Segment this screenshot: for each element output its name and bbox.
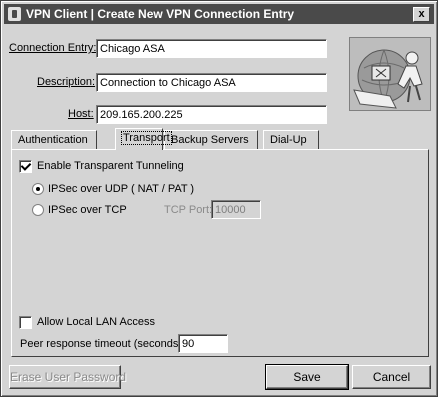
tcp-port-label: TCP Port:: [164, 204, 213, 216]
tab-backup-servers[interactable]: Backup Servers: [164, 130, 258, 149]
tab-transport-label: Transport: [121, 131, 172, 145]
tab-authentication[interactable]: Authentication: [11, 130, 97, 149]
tab-dial-up-label: Dial-Up: [270, 134, 307, 146]
connection-entry-label: Connection Entry:: [9, 42, 97, 54]
peer-timeout-label: Peer response timeout (seconds):: [20, 338, 186, 350]
peer-timeout-field[interactable]: 90: [178, 334, 228, 353]
tab-transport[interactable]: Transport: [115, 128, 172, 150]
vpn-logo-image: [349, 37, 431, 111]
host-field[interactable]: 209.165.200.225: [96, 105, 327, 124]
allow-lan-checkbox[interactable]: [19, 316, 32, 329]
allow-lan-label: Allow Local LAN Access: [37, 316, 155, 328]
save-button[interactable]: Save: [265, 364, 349, 390]
tcp-port-field[interactable]: 10000: [211, 200, 261, 219]
connection-entry-field[interactable]: Chicago ASA: [96, 39, 327, 58]
tab-authentication-label: Authentication: [18, 134, 88, 146]
ipsec-udp-label: IPSec over UDP ( NAT / PAT ): [48, 183, 195, 195]
enable-tunneling-label: Enable Transparent Tunneling: [37, 160, 184, 172]
erase-password-button[interactable]: Erase User Password: [9, 365, 126, 389]
cancel-button[interactable]: Cancel: [352, 365, 431, 389]
title-bar[interactable]: VPN Client | Create New VPN Connection E…: [4, 4, 434, 24]
description-label: Description:: [37, 76, 96, 88]
enable-tunneling-checkbox[interactable]: [19, 160, 32, 173]
tab-backup-servers-label: Backup Servers: [171, 134, 249, 146]
tab-dial-up[interactable]: Dial-Up: [263, 130, 319, 149]
host-label: Host:: [68, 108, 94, 120]
ipsec-tcp-label: IPSec over TCP: [48, 204, 127, 216]
lock-icon: [8, 7, 21, 21]
window-title: VPN Client | Create New VPN Connection E…: [26, 7, 295, 21]
globe-user-icon: [353, 49, 423, 109]
dialog-window: VPN Client | Create New VPN Connection E…: [0, 0, 438, 397]
close-button[interactable]: x: [413, 7, 430, 22]
description-field[interactable]: Connection to Chicago ASA: [96, 73, 327, 92]
ipsec-tcp-radio[interactable]: [32, 204, 44, 216]
ipsec-udp-radio[interactable]: [32, 183, 44, 195]
